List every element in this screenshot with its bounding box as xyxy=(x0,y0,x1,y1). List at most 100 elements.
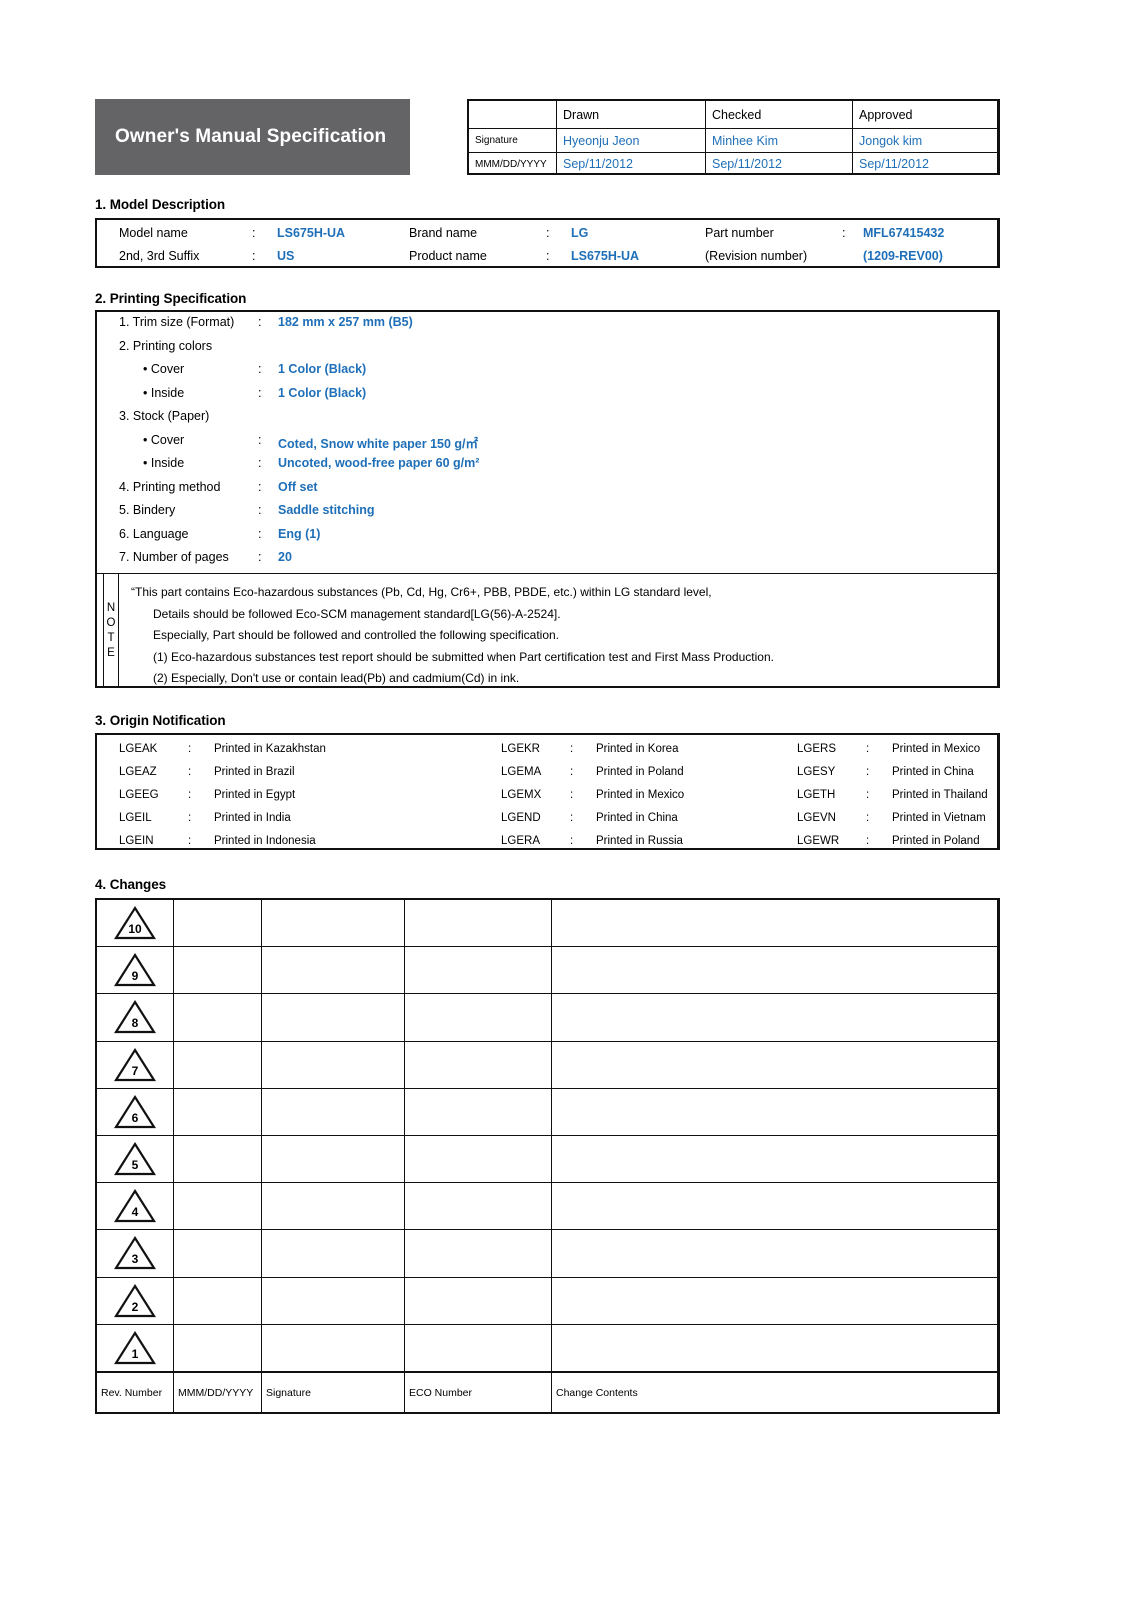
change-date-cell[interactable] xyxy=(174,947,262,994)
change-signature-cell[interactable] xyxy=(262,900,405,947)
revision-number-label: (Revision number) xyxy=(705,248,808,263)
footer-eco-number: ECO Number xyxy=(405,1372,552,1414)
change-eco-cell[interactable] xyxy=(405,900,552,947)
approval-signature-drawn: Hyeonju Jeon xyxy=(557,129,706,153)
table-row: 5 xyxy=(97,1135,997,1184)
note-line: Details should be followed Eco-SCM manag… xyxy=(153,606,561,621)
change-date-cell[interactable] xyxy=(174,1277,262,1324)
change-signature-cell[interactable] xyxy=(262,1088,405,1135)
note-line: “This part contains Eco-hazardous substa… xyxy=(131,585,712,599)
change-eco-cell[interactable] xyxy=(405,1324,552,1371)
spec-row: 3. Stock (Paper) xyxy=(97,406,997,430)
origin-colon: : xyxy=(188,766,192,778)
origin-country: Printed in China xyxy=(596,812,678,824)
change-contents-cell[interactable] xyxy=(552,1278,997,1324)
approval-corner-cell xyxy=(469,101,557,129)
change-signature-cell[interactable] xyxy=(262,1135,405,1183)
change-eco-cell[interactable] xyxy=(405,1230,552,1277)
change-contents-cell[interactable] xyxy=(552,1089,997,1135)
specification-page: Owner's Manual Specification Drawn Check… xyxy=(0,0,1132,1600)
change-date-cell[interactable] xyxy=(174,1041,262,1088)
triangle-icon: 10 xyxy=(113,905,157,941)
change-eco-cell[interactable] xyxy=(405,1041,552,1088)
change-signature-cell[interactable] xyxy=(262,1041,405,1088)
origin-code: LGEWR xyxy=(797,835,840,847)
origin-row: LGEAK: Printed in Kazakhstan LGEKR: Printed… xyxy=(97,739,997,762)
change-contents-cell[interactable] xyxy=(552,1325,997,1371)
change-eco-cell[interactable] xyxy=(405,1135,552,1183)
origin-code: LGETH xyxy=(797,789,836,801)
spec-row: 6. Language: Eng (1) xyxy=(97,524,997,548)
document-title-block: Owner's Manual Specification xyxy=(95,99,410,175)
product-name-value: LS675H-UA xyxy=(571,248,640,263)
change-date-cell[interactable] xyxy=(174,1088,262,1135)
triangle-icon: 9 xyxy=(113,952,157,988)
spec-colon: : xyxy=(258,550,262,564)
brand-name-colon: : xyxy=(546,225,550,240)
change-contents-cell[interactable] xyxy=(552,1230,997,1276)
change-contents-cell[interactable] xyxy=(552,900,997,946)
change-contents-cell[interactable] xyxy=(552,1183,997,1229)
revision-marker-cell: 6 xyxy=(97,1088,174,1135)
change-date-cell[interactable] xyxy=(174,1183,262,1230)
table-row: 4 xyxy=(97,1183,997,1231)
change-eco-cell[interactable] xyxy=(405,994,552,1041)
suffix-colon: : xyxy=(252,248,256,263)
footer-date: MMM/DD/YYYY xyxy=(174,1372,262,1414)
origin-country: Printed in Russia xyxy=(596,835,683,847)
suffix-value: US xyxy=(277,248,295,263)
revision-marker-cell: 2 xyxy=(97,1277,174,1324)
origin-code: LGERA xyxy=(501,835,540,847)
change-date-cell[interactable] xyxy=(174,994,262,1041)
change-signature-cell[interactable] xyxy=(262,994,405,1041)
note-line: (2) Especially, Don't use or contain lea… xyxy=(153,671,520,685)
spec-colon: : xyxy=(258,315,262,329)
revision-marker-cell: 8 xyxy=(97,994,174,1041)
change-eco-cell[interactable] xyxy=(405,1183,552,1230)
spec-label: 2. Printing colors xyxy=(119,338,213,353)
revision-number: 1 xyxy=(131,1346,139,1361)
spec-label: • Inside xyxy=(143,456,185,470)
triangle-icon: 6 xyxy=(113,1094,157,1130)
change-date-cell[interactable] xyxy=(174,1230,262,1277)
document-header: Owner's Manual Specification Drawn Check… xyxy=(95,99,1000,175)
model-name-colon: : xyxy=(252,225,256,240)
revision-number: 9 xyxy=(131,969,139,984)
table-row: 8 xyxy=(97,994,997,1042)
approval-header-checked: Checked xyxy=(706,101,853,129)
note-vertical-label: NOTE xyxy=(103,574,119,687)
origin-country: Printed in China xyxy=(892,766,974,778)
change-contents-cell[interactable] xyxy=(552,1136,997,1182)
spec-label: • Inside xyxy=(143,385,185,400)
origin-country: Printed in Mexico xyxy=(892,743,981,755)
change-contents-cell[interactable] xyxy=(552,947,997,993)
change-signature-cell[interactable] xyxy=(262,1183,405,1230)
spec-value: Uncoted, wood-free paper 60 g/m² xyxy=(278,456,480,470)
change-eco-cell[interactable] xyxy=(405,947,552,994)
spec-row: 5. Bindery: Saddle stitching xyxy=(97,500,997,524)
change-signature-cell[interactable] xyxy=(262,1230,405,1277)
revision-marker-cell: 5 xyxy=(97,1135,174,1183)
origin-country: Printed in Vietnam xyxy=(892,812,986,824)
revision-marker-cell: 9 xyxy=(97,947,174,994)
change-date-cell[interactable] xyxy=(174,1135,262,1183)
approval-date-drawn: Sep/11/2012 xyxy=(557,153,706,175)
change-signature-cell[interactable] xyxy=(262,947,405,994)
change-eco-cell[interactable] xyxy=(405,1277,552,1324)
change-signature-cell[interactable] xyxy=(262,1324,405,1371)
origin-code: LGEND xyxy=(501,812,541,824)
change-contents-cell[interactable] xyxy=(552,1042,997,1088)
revision-number: 4 xyxy=(131,1205,139,1220)
model-name-label: Model name xyxy=(119,225,188,240)
change-date-cell[interactable] xyxy=(174,900,262,947)
change-contents-cell[interactable] xyxy=(552,994,997,1040)
change-eco-cell[interactable] xyxy=(405,1088,552,1135)
printing-specification-list: 1. Trim size (Format): 182 mm x 257 mm (B… xyxy=(97,312,997,571)
part-number-label: Part number xyxy=(705,225,774,240)
page-title: Owner's Manual Specification xyxy=(115,126,387,147)
section-heading-printing-specification: 2. Printing Specification xyxy=(95,291,247,306)
spec-colon: : xyxy=(258,503,262,517)
origin-code: LGEMX xyxy=(501,789,542,801)
change-signature-cell[interactable] xyxy=(262,1277,405,1324)
change-date-cell[interactable] xyxy=(174,1324,262,1371)
